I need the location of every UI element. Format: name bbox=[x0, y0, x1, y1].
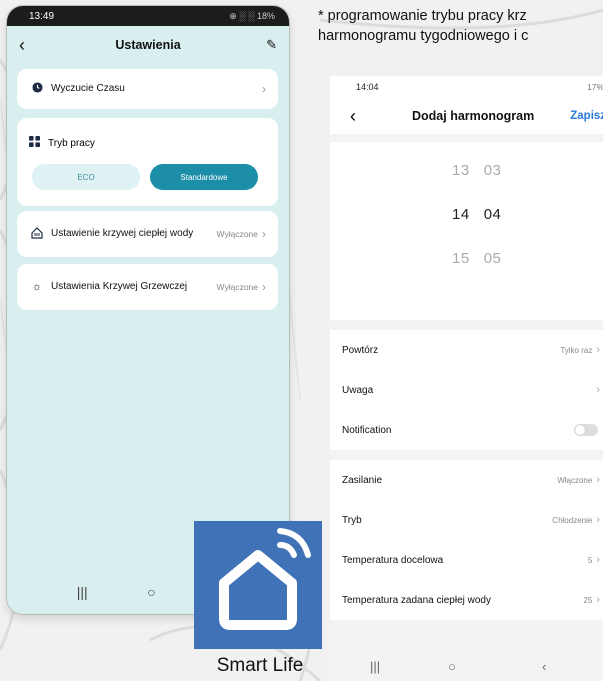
chevron-right-icon: › bbox=[262, 227, 266, 241]
settings-header: ‹ Ustawienia ✎ bbox=[7, 26, 289, 64]
back-arrow-icon[interactable]: ‹ bbox=[19, 35, 35, 56]
row-value: 25 bbox=[583, 595, 593, 605]
chevron-right-icon: › bbox=[596, 554, 600, 566]
eco-mode-button[interactable]: ECO bbox=[32, 164, 140, 190]
picker-hour: 15 bbox=[452, 250, 470, 267]
picker-row-selected[interactable]: 14 04 bbox=[452, 206, 501, 223]
time-picker[interactable]: 13 03 14 04 15 05 bbox=[330, 142, 603, 320]
row-label: Zasilanie bbox=[342, 474, 383, 486]
row-value: Tylko raz bbox=[560, 345, 593, 355]
row-label: Temperatura docelowa bbox=[342, 554, 444, 566]
back-icon[interactable]: ‹ bbox=[542, 659, 546, 674]
chevron-right-icon: › bbox=[596, 474, 600, 486]
schedule-phone: 14:04 17% ‹ Dodaj harmonogram Zapisz 13 0… bbox=[330, 76, 603, 681]
status-time: 13:49 bbox=[29, 10, 55, 22]
caption-line-2: harmonogramu tygodniowego i c bbox=[318, 28, 529, 44]
row-label: Notification bbox=[342, 424, 392, 436]
row-label: Powtórz bbox=[342, 344, 379, 356]
home-icon[interactable]: ○ bbox=[147, 584, 155, 600]
home-heat-icon bbox=[29, 226, 45, 242]
heating-curve-value: Wyłączone bbox=[216, 282, 259, 292]
picker-hour: 14 bbox=[452, 206, 470, 223]
heating-curve-label: Ustawienia Krzywej Grzewczej bbox=[51, 281, 188, 292]
page-title: Ustawienia bbox=[115, 38, 181, 52]
standard-mode-button[interactable]: Standardowe bbox=[150, 164, 258, 190]
back-arrow-icon[interactable]: ‹ bbox=[350, 106, 400, 127]
row-value: 5 bbox=[587, 555, 593, 565]
repeat-section: Powtórz Tylko raz › Uwaga › Notification bbox=[330, 330, 603, 450]
save-button[interactable]: Zapisz bbox=[570, 110, 603, 122]
schedule-header: ‹ Dodaj harmonogram Zapisz bbox=[330, 98, 603, 134]
smart-life-logo bbox=[194, 521, 322, 649]
caption-line-1: * programowanie trybu pracy krz bbox=[318, 8, 527, 24]
picker-minute: 04 bbox=[483, 206, 502, 223]
hot-water-curve-card[interactable]: Ustawienie krzywej ciepłej wody Wyłączon… bbox=[17, 211, 278, 257]
page-title: Dodaj harmonogram bbox=[412, 109, 535, 123]
status-indicators: ⊕ ░ ░ 18% bbox=[229, 10, 275, 21]
chevron-right-icon: › bbox=[596, 384, 600, 396]
picker-row-prev[interactable]: 13 03 bbox=[452, 162, 501, 179]
work-mode-card: Tryb pracy ECO Standardowe bbox=[17, 118, 278, 206]
status-battery: 17% bbox=[586, 82, 603, 92]
hot-water-temp-row[interactable]: Temperatura zadana ciepłej wody 25 › bbox=[330, 580, 603, 620]
notification-toggle[interactable] bbox=[574, 424, 598, 436]
hot-water-curve-value: Wyłączone bbox=[216, 229, 259, 239]
hot-water-curve-label: Ustawienie krzywej ciepłej wody bbox=[51, 228, 194, 239]
grid-icon bbox=[29, 136, 40, 150]
caption: * programowanie trybu pracy krz harmonog… bbox=[318, 6, 603, 46]
clock-icon bbox=[29, 82, 45, 96]
picker-row-next[interactable]: 15 05 bbox=[452, 250, 501, 267]
picker-minute: 05 bbox=[483, 250, 502, 267]
notification-row: Notification bbox=[330, 410, 603, 450]
heating-curve-card[interactable]: ☼ Ustawienia Krzywej Grzewczej Wyłączone… bbox=[17, 264, 278, 310]
note-row[interactable]: Uwaga › bbox=[330, 370, 603, 410]
row-value: Chłodzenie bbox=[552, 515, 593, 525]
logo-caption: Smart Life bbox=[216, 655, 304, 676]
recent-apps-icon[interactable]: ||| bbox=[370, 659, 380, 674]
home-icon[interactable]: ○ bbox=[448, 659, 456, 674]
smart-home-icon bbox=[219, 528, 311, 630]
navigation-bar: ||| ○ ‹ bbox=[330, 646, 603, 681]
row-label: Uwaga bbox=[342, 384, 374, 396]
picker-hour: 13 bbox=[452, 162, 470, 179]
sun-icon: ☼ bbox=[31, 281, 43, 293]
chevron-right-icon: › bbox=[262, 82, 266, 96]
chevron-right-icon: › bbox=[262, 280, 266, 294]
target-temp-row[interactable]: Temperatura docelowa 5 › bbox=[330, 540, 603, 580]
status-bar: 14:04 17% bbox=[330, 76, 603, 98]
row-value: Włączone bbox=[557, 475, 593, 485]
row-label: Temperatura zadana ciepłej wody bbox=[342, 594, 491, 606]
status-time: 14:04 bbox=[356, 82, 379, 92]
work-mode-label: Tryb pracy bbox=[48, 137, 95, 149]
status-bar: 13:49 ⊕ ░ ░ 18% bbox=[7, 6, 289, 26]
power-row[interactable]: Zasilanie Włączone › bbox=[330, 460, 603, 500]
chevron-right-icon: › bbox=[596, 594, 600, 606]
picker-minute: 03 bbox=[483, 162, 502, 179]
recent-apps-icon[interactable]: ||| bbox=[77, 584, 88, 600]
time-sense-card[interactable]: Wyczucie Czasu › bbox=[17, 69, 278, 109]
edit-icon[interactable]: ✎ bbox=[261, 37, 277, 53]
mode-row[interactable]: Tryb Chłodzenie › bbox=[330, 500, 603, 540]
time-sense-label: Wyczucie Czasu bbox=[51, 83, 125, 94]
chevron-right-icon: › bbox=[596, 514, 600, 526]
settings-section: Zasilanie Włączone › Tryb Chłodzenie › T… bbox=[330, 460, 603, 620]
row-label: Tryb bbox=[342, 514, 362, 526]
chevron-right-icon: › bbox=[596, 344, 600, 356]
repeat-row[interactable]: Powtórz Tylko raz › bbox=[330, 330, 603, 370]
